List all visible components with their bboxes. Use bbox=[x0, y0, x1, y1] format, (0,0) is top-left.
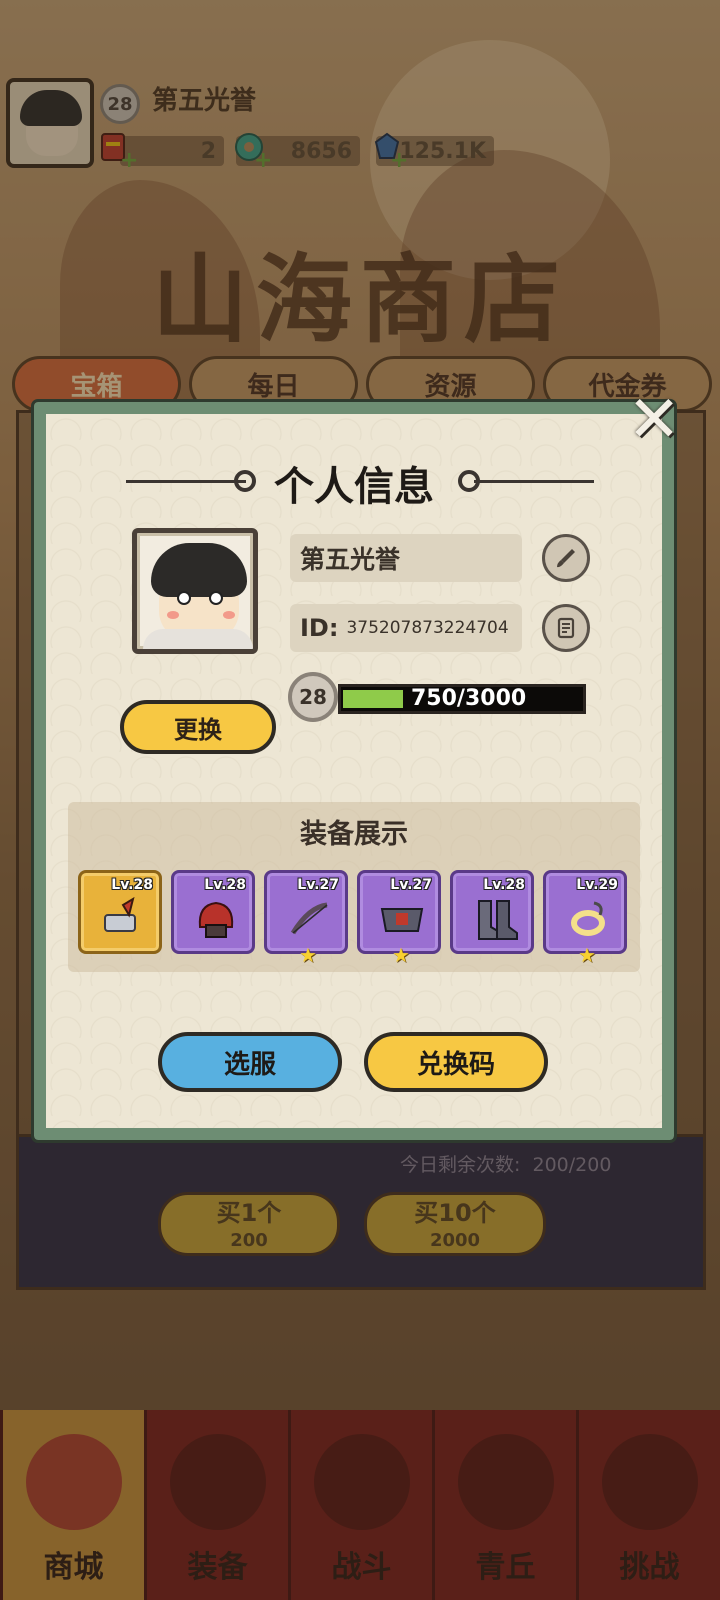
change-avatar-button[interactable]: 更换 bbox=[120, 700, 276, 754]
equip-slot-boots[interactable]: Lv.28 bbox=[450, 870, 534, 954]
modal-title: 个人信息 bbox=[274, 464, 434, 510]
equipment-showcase: 装备展示 Lv.28 Lv.28 Lv.27 ★ Lv.27 ★ Lv.28 L… bbox=[68, 802, 640, 972]
brush-icon bbox=[557, 549, 575, 568]
close-icon[interactable]: ✕ bbox=[626, 388, 682, 452]
profile-level-badge: 28 bbox=[288, 672, 338, 722]
copy-document-icon bbox=[557, 617, 575, 639]
equip-slot-helmet[interactable]: Lv.28 bbox=[171, 870, 255, 954]
belt-icon bbox=[380, 908, 424, 932]
copy-id-button[interactable] bbox=[542, 604, 590, 652]
equip-slot-belt[interactable]: Lv.27 ★ bbox=[357, 870, 441, 967]
redeem-code-button[interactable]: 兑换码 bbox=[364, 1032, 548, 1092]
experience-fill bbox=[343, 690, 403, 708]
experience-text: 750/3000 bbox=[411, 686, 527, 711]
player-id-field: ID: 375207873224704 bbox=[290, 604, 522, 652]
bow-icon bbox=[290, 902, 328, 935]
equip-slot-ring[interactable]: Lv.29 ★ bbox=[543, 870, 627, 967]
equipment-title: 装备展示 bbox=[300, 819, 408, 850]
equip-slot-bow[interactable]: Lv.27 ★ bbox=[264, 870, 348, 967]
profile-modal: 个人信息 更换 第五光誉 ID: 375207873224704 28 750/… bbox=[31, 399, 677, 1143]
equip-slot-weapon[interactable]: Lv.28 bbox=[78, 870, 162, 954]
select-server-button[interactable]: 选服 bbox=[158, 1032, 342, 1092]
player-id-value: 375207873224704 bbox=[346, 618, 509, 638]
boots-icon bbox=[478, 900, 518, 940]
ring-icon bbox=[571, 901, 605, 936]
star-icon: ★ bbox=[392, 943, 410, 967]
star-icon: ★ bbox=[578, 943, 596, 967]
experience-bar: 750/3000 bbox=[338, 684, 586, 714]
profile-avatar bbox=[132, 528, 258, 654]
hammer-icon bbox=[104, 897, 136, 932]
edit-name-button[interactable] bbox=[542, 534, 590, 582]
player-name-field: 第五光誉 bbox=[290, 534, 522, 582]
star-icon: ★ bbox=[299, 943, 317, 967]
helmet-icon bbox=[198, 901, 234, 938]
